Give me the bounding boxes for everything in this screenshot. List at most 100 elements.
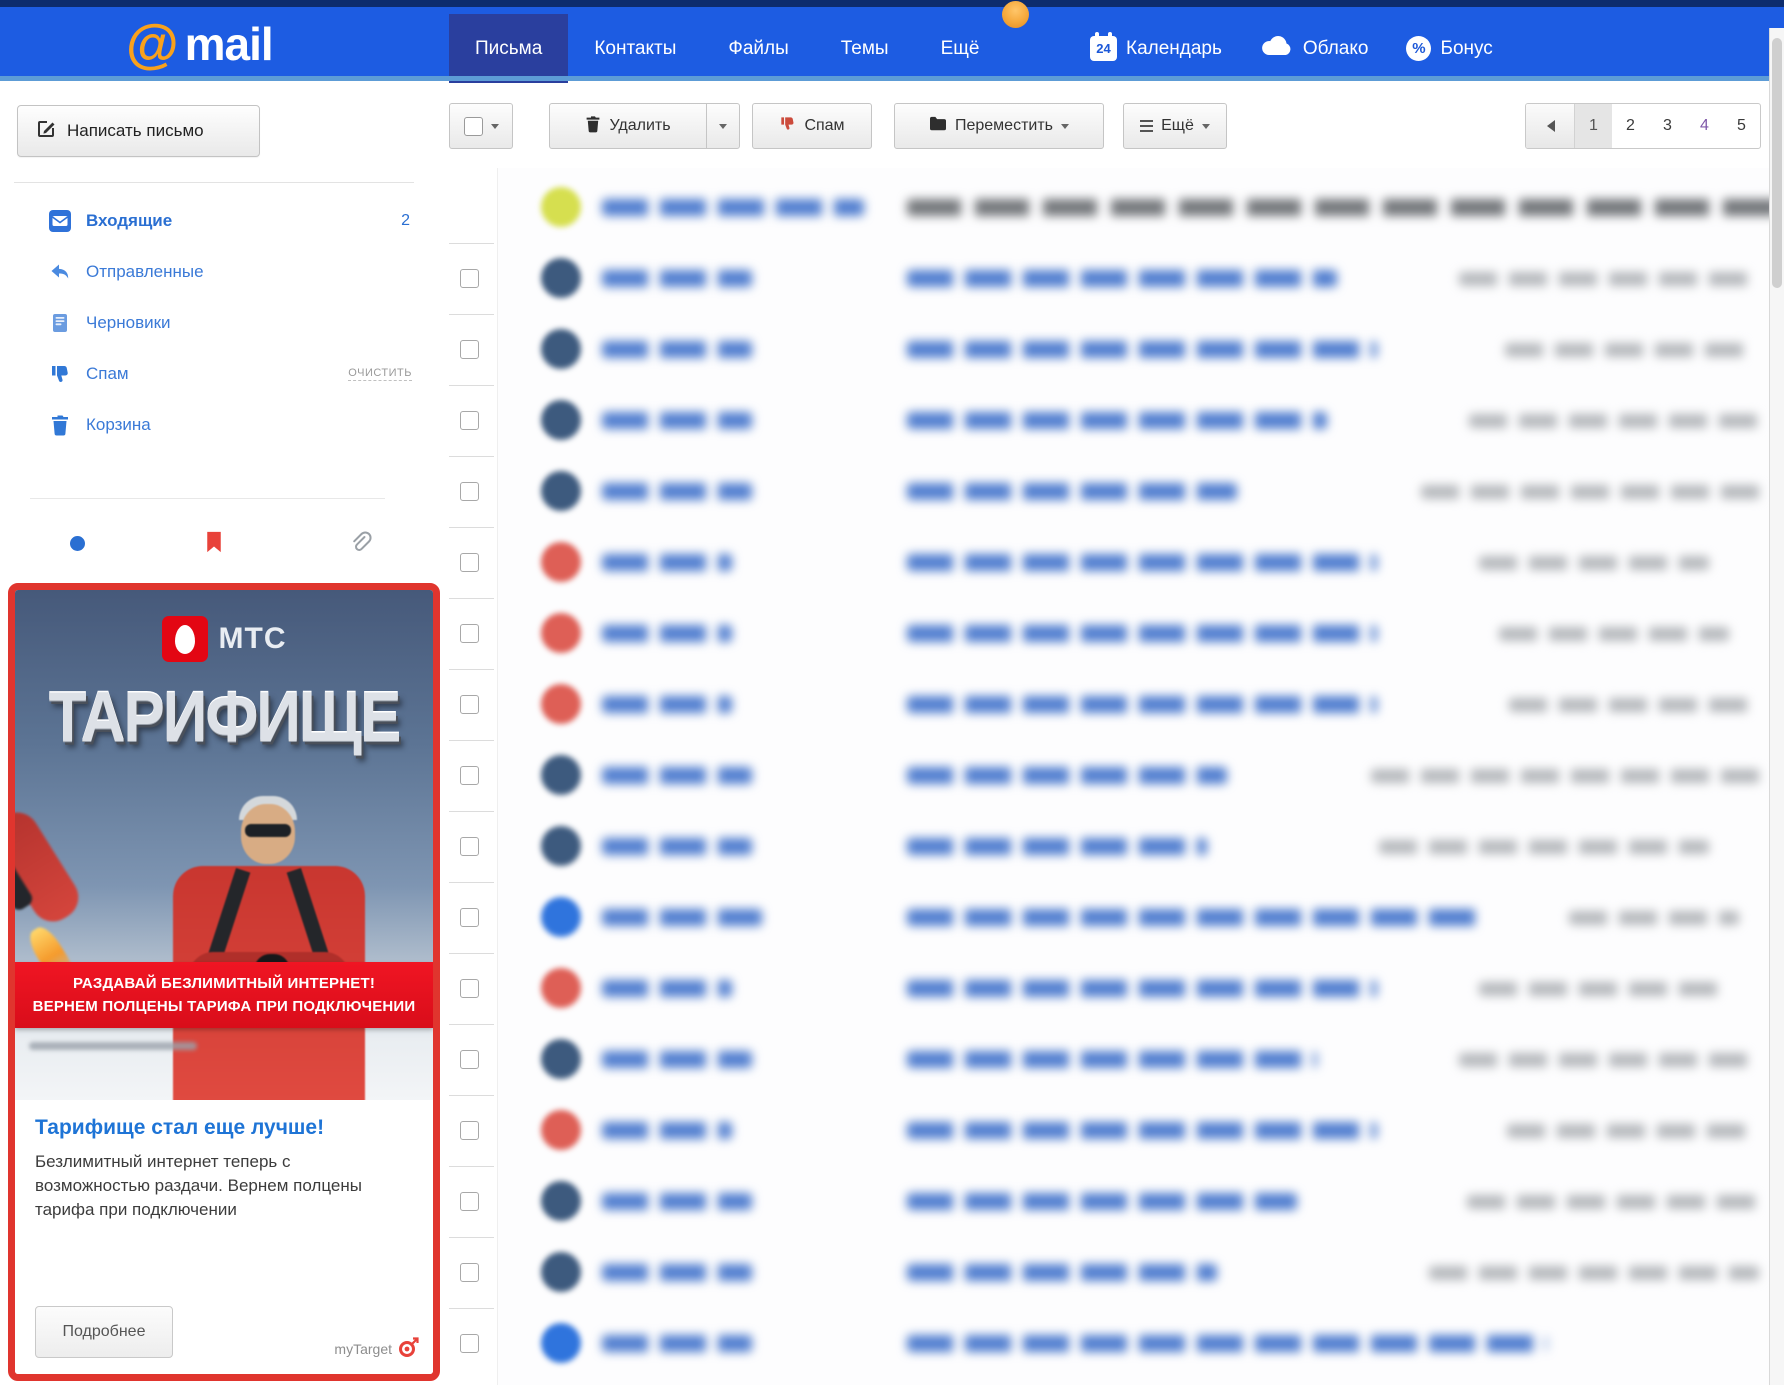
email-row-checkbox[interactable] (460, 908, 479, 927)
service-bonus[interactable]: % Бонус (1406, 36, 1492, 61)
email-row-checkbox[interactable] (460, 979, 479, 998)
subject-redacted (907, 838, 1207, 855)
email-row[interactable] (447, 1308, 1769, 1379)
subject-redacted (907, 199, 1769, 216)
compose-button[interactable]: Написать письмо (17, 105, 260, 157)
sender-name-redacted (602, 980, 732, 997)
move-button[interactable]: Переместить (894, 103, 1104, 149)
folder-sent[interactable]: Отправленные (14, 246, 414, 297)
email-row[interactable] (447, 740, 1769, 811)
email-row[interactable] (447, 172, 1769, 243)
email-row-checkbox[interactable] (460, 837, 479, 856)
snippet-date-redacted (1429, 1266, 1759, 1280)
tab-files[interactable]: Файлы (702, 14, 814, 83)
email-row[interactable] (447, 243, 1769, 314)
email-row[interactable] (447, 456, 1769, 527)
row-divider (449, 953, 494, 954)
tab-themes[interactable]: Темы (815, 14, 915, 83)
sender-name-redacted (602, 696, 732, 713)
folder-spam[interactable]: Спам ОЧИСТИТЬ (14, 348, 414, 399)
email-row[interactable] (447, 669, 1769, 740)
ad-network[interactable]: myTarget (334, 1335, 421, 1362)
row-divider (449, 669, 494, 670)
scrollbar-thumb[interactable] (1772, 38, 1782, 288)
sender-avatar (541, 400, 581, 440)
pagination: 1 2 3 4 5 (1525, 103, 1761, 149)
email-row-checkbox[interactable] (460, 1050, 479, 1069)
page-4[interactable]: 4 (1686, 104, 1723, 148)
mailru-logo[interactable]: @ mail (126, 16, 273, 72)
row-divider (449, 314, 494, 315)
email-row[interactable] (447, 527, 1769, 598)
email-row-checkbox[interactable] (460, 269, 479, 288)
email-row[interactable] (447, 314, 1769, 385)
menu-icon (1140, 120, 1153, 132)
email-row[interactable] (447, 1024, 1769, 1095)
calendar-icon: 24 (1090, 36, 1117, 61)
sender-avatar (541, 897, 581, 937)
scrollbar[interactable] (1769, 28, 1784, 1385)
chevron-down-icon (491, 124, 499, 133)
tab-more[interactable]: Ещё (915, 14, 1006, 83)
email-row-checkbox[interactable] (460, 695, 479, 714)
email-row[interactable] (447, 882, 1769, 953)
folder-inbox[interactable]: Входящие 2 (14, 195, 414, 246)
more-button[interactable]: Ещё (1123, 103, 1227, 149)
sender-avatar (541, 968, 581, 1008)
email-row-checkbox[interactable] (460, 340, 479, 359)
page-1[interactable]: 1 (1575, 104, 1612, 148)
email-row-checkbox[interactable] (460, 766, 479, 785)
email-row-checkbox[interactable] (460, 1192, 479, 1211)
delete-dropdown-button[interactable] (706, 103, 740, 149)
row-divider (449, 1166, 494, 1167)
attachment-filter-icon[interactable] (348, 530, 372, 559)
service-calendar[interactable]: 24 Календарь (1090, 36, 1222, 61)
sender-name-redacted (602, 270, 752, 287)
folder-drafts[interactable]: Черновики (14, 297, 414, 348)
flag-filter-icon[interactable] (205, 530, 223, 559)
email-row[interactable] (447, 1095, 1769, 1166)
ad-details-button[interactable]: Подробнее (35, 1306, 173, 1358)
folder-trash[interactable]: Корзина (14, 399, 414, 450)
email-row[interactable] (447, 811, 1769, 882)
folder-icon (929, 116, 947, 137)
service-calendar-label: Календарь (1126, 38, 1222, 60)
spam-button[interactable]: Спам (752, 103, 872, 149)
sender-avatar (541, 1181, 581, 1221)
page-2[interactable]: 2 (1612, 104, 1649, 148)
sender-avatar (541, 1110, 581, 1150)
arrow-left-icon (1541, 120, 1555, 132)
subject-redacted (907, 767, 1227, 784)
clear-spam-link[interactable]: ОЧИСТИТЬ (348, 367, 412, 381)
delete-button[interactable]: Удалить (549, 103, 707, 149)
email-row-checkbox[interactable] (460, 411, 479, 430)
service-cloud[interactable]: Облако (1260, 34, 1369, 64)
email-row-checkbox[interactable] (460, 553, 479, 572)
page-5[interactable]: 5 (1723, 104, 1760, 148)
email-row-checkbox[interactable] (460, 1334, 479, 1353)
header-bottom-strip (0, 76, 1784, 81)
email-row-checkbox[interactable] (460, 1121, 479, 1140)
sender-avatar (541, 542, 581, 582)
email-row-checkbox[interactable] (460, 1263, 479, 1282)
email-row[interactable] (447, 1166, 1769, 1237)
email-row[interactable] (447, 598, 1769, 669)
email-row-checkbox[interactable] (460, 482, 479, 501)
row-divider (449, 882, 494, 883)
email-row[interactable] (447, 953, 1769, 1024)
sender-avatar (541, 258, 581, 298)
spam-thumbdown-icon (47, 363, 73, 385)
tab-letters[interactable]: Письма (449, 14, 568, 83)
select-all-checkbox[interactable] (464, 117, 483, 136)
email-row-checkbox[interactable] (460, 624, 479, 643)
prev-page-button[interactable] (1526, 104, 1575, 148)
email-row[interactable] (447, 1237, 1769, 1308)
ad-banner[interactable]: МТС ТАРИФИЩЕ РАЗДАВАЙ БЕЗЛИМИТНЫЙ ИНТЕРН… (8, 583, 440, 1381)
subject-redacted (907, 412, 1327, 429)
ad-ribbon: РАЗДАВАЙ БЕЗЛИМИТНЫЙ ИНТЕРНЕТ! ВЕРНЕМ ПО… (15, 962, 433, 1028)
email-row[interactable] (447, 385, 1769, 456)
select-all-button[interactable] (449, 103, 513, 149)
tab-contacts[interactable]: Контакты (568, 14, 702, 83)
page-3[interactable]: 3 (1649, 104, 1686, 148)
unread-filter-icon[interactable] (70, 536, 85, 551)
